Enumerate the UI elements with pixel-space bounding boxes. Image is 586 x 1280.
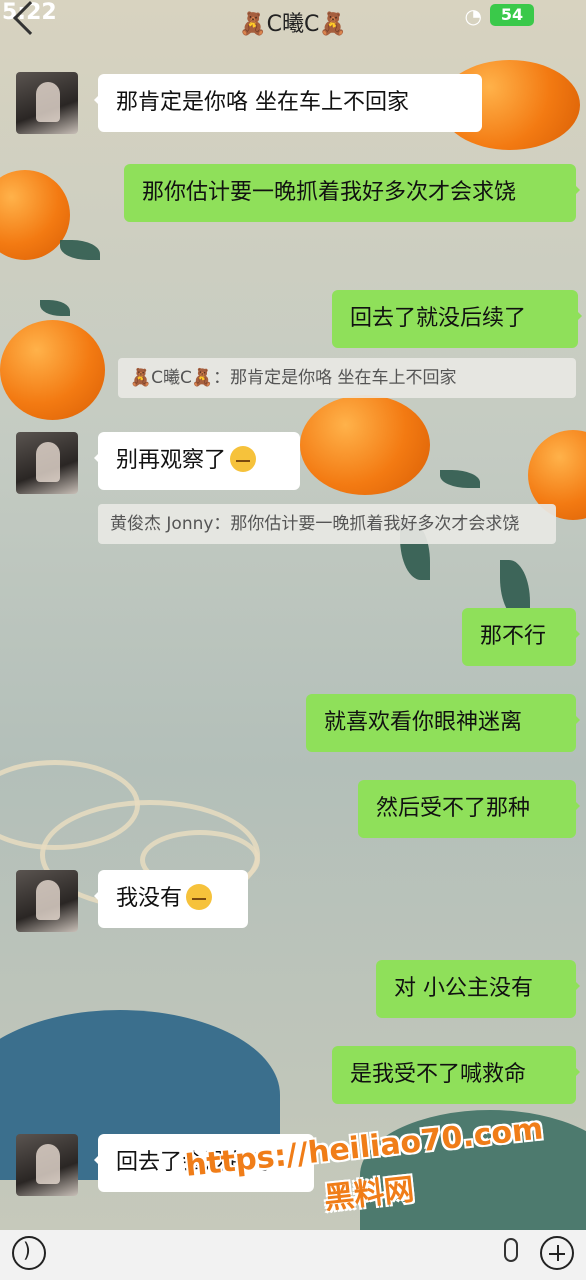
input-bar (0, 1230, 586, 1280)
message-bubble[interactable]: 是我受不了喊救命 (332, 1046, 580, 1104)
message-text: 那肯定是你咯 坐在车上不回家 (116, 90, 409, 115)
plus-icon[interactable] (540, 1236, 574, 1270)
message-bubble[interactable]: 那不行 (462, 608, 580, 666)
message-text: 那不行 (480, 624, 547, 649)
message-text: 那你估计要一晚抓着我好多次才会求饶 (142, 180, 517, 205)
message-bubble[interactable]: 我没有 (94, 870, 248, 928)
quote-text: 🧸C曦C🧸：那肯定是你咯 坐在车上不回家 (130, 368, 457, 388)
message-text: 就喜欢看你眼神迷离 (324, 710, 523, 735)
message-bubble[interactable]: 那肯定是你咯 坐在车上不回家 (94, 74, 482, 132)
avatar[interactable] (16, 72, 78, 134)
message-text: 回去了就没后续了 (350, 306, 527, 331)
emoji-icon (230, 446, 257, 472)
message-text: 然后受不了那种 (376, 796, 531, 821)
message-bubble[interactable]: 那你估计要一晚抓着我好多次才会求饶 (124, 164, 580, 222)
message-text: 是我受不了喊救命 (350, 1062, 527, 1087)
avatar[interactable] (16, 870, 78, 932)
message-bubble[interactable]: 别再观察了 (94, 432, 300, 490)
message-bubble[interactable]: 然后受不了那种 (358, 780, 580, 838)
message-bubble[interactable]: 就喜欢看你眼神迷离 (306, 694, 580, 752)
quoted-message[interactable]: 黄俊杰 Jonny：那你估计要一晚抓着我好多次才会求饶 (98, 504, 556, 544)
message-bubble[interactable]: 回去了就没后续了 (332, 290, 582, 348)
voice-icon[interactable] (12, 1236, 46, 1270)
message-text: 对 小公主没有 (394, 976, 533, 1001)
avatar[interactable] (16, 432, 78, 494)
message-text: 别再观察了 (116, 448, 227, 473)
quote-text: 黄俊杰 Jonny：那你估计要一晚抓着我好多次才会求饶 (110, 514, 520, 534)
avatar[interactable] (16, 1134, 78, 1196)
chat-title: 🧸C曦C🧸 (239, 12, 347, 37)
message-bubble[interactable]: 对 小公主没有 (376, 960, 580, 1018)
quoted-message[interactable]: 🧸C曦C🧸：那肯定是你咯 坐在车上不回家 (118, 358, 576, 398)
emoji-icon (186, 884, 213, 910)
message-text: 我没有 (116, 886, 183, 911)
mic-icon[interactable] (504, 1238, 518, 1262)
